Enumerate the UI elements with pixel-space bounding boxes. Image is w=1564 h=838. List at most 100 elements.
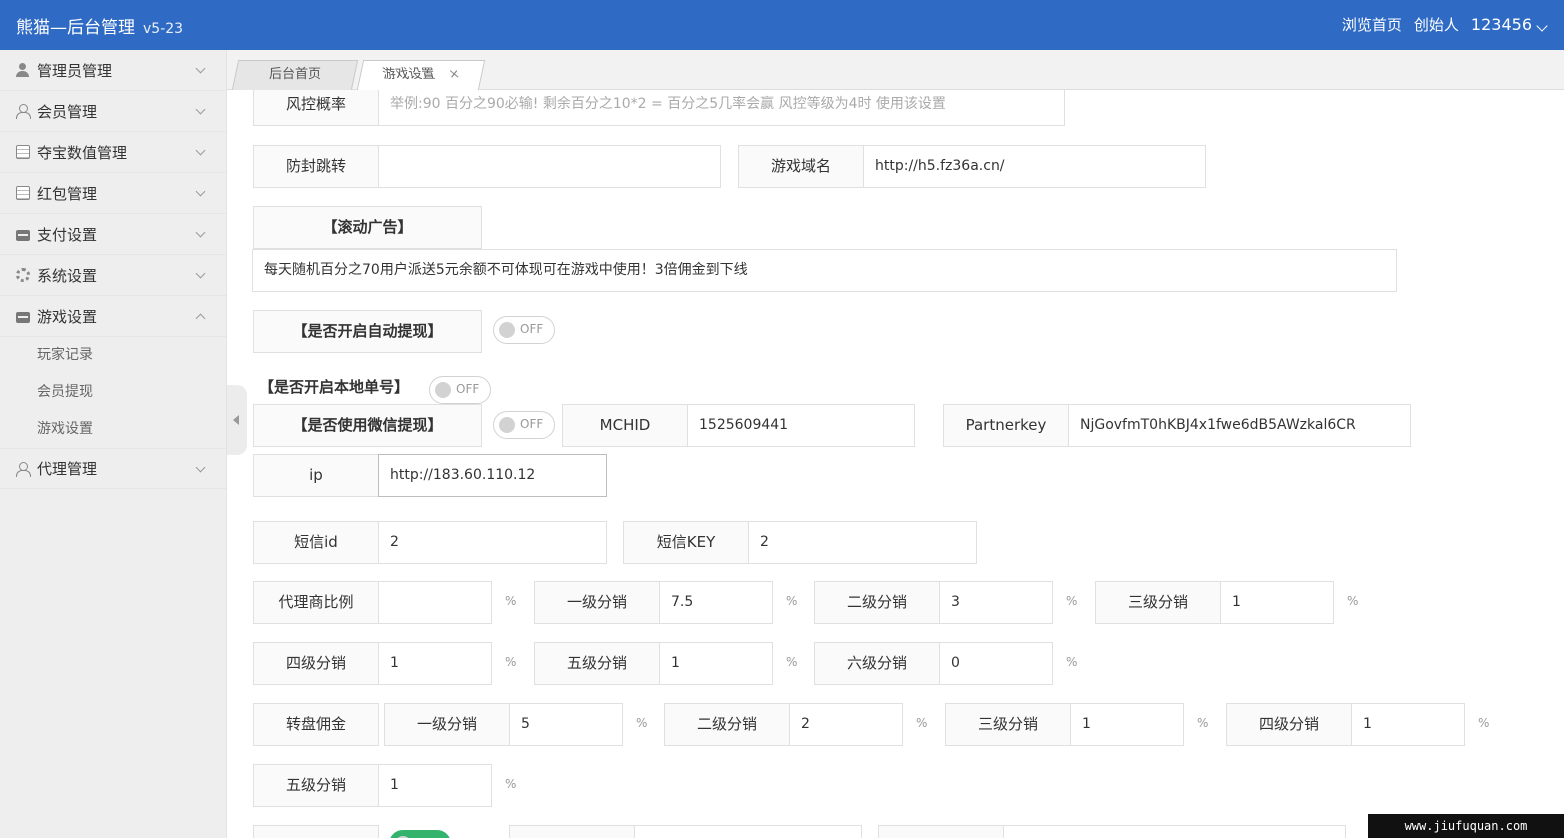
sms-id-input[interactable]: 2 — [378, 521, 607, 564]
user-icon — [16, 63, 30, 77]
next-row-label-3 — [878, 825, 1004, 838]
mchid-label: MCHID — [562, 404, 688, 447]
toggle-state: OFF — [456, 382, 480, 396]
wechat-withdraw-label: 【是否使用微信提现】 — [253, 404, 482, 447]
risk-input[interactable]: 举例:90 百分之90必输! 剩余百分之10*2 = 百分之5几率会赢 风控等级… — [378, 90, 1065, 126]
card-icon — [16, 229, 30, 241]
anti-block-label: 防封跳转 — [253, 145, 379, 188]
auto-withdraw-toggle[interactable]: OFF — [493, 316, 555, 344]
local-number-label: 【是否开启本地单号】 — [259, 378, 410, 396]
user-menu[interactable]: 123456 — [1470, 15, 1548, 34]
sidebar-item-label: 夺宝数值管理 — [37, 143, 128, 162]
level5-input[interactable]: 1 — [659, 642, 773, 685]
wheel-level5-input[interactable]: 1 — [378, 764, 492, 807]
sidebar-item-treasure[interactable]: 夺宝数值管理 — [0, 132, 226, 173]
chevron-down-icon — [195, 186, 206, 197]
founder-link[interactable]: 创始人 — [1414, 14, 1459, 35]
chevron-down-icon — [195, 63, 206, 74]
game-domain-input[interactable]: http://h5.fz36a.cn/ — [863, 145, 1206, 188]
next-row-toggle[interactable] — [389, 830, 451, 838]
sidebar-item-label: 红包管理 — [37, 184, 98, 203]
agent-ratio-label: 代理商比例 — [253, 581, 379, 624]
document-icon — [16, 186, 30, 200]
level6-input[interactable]: 0 — [939, 642, 1053, 685]
percent-sign: % — [1347, 594, 1359, 608]
level4-label: 四级分销 — [253, 642, 379, 685]
game-domain-label: 游戏域名 — [738, 145, 864, 188]
percent-sign: % — [505, 777, 517, 791]
tab-home[interactable]: 后台首页 — [231, 60, 359, 90]
agent-ratio-input[interactable] — [378, 581, 492, 624]
next-row-input-3[interactable] — [1003, 825, 1346, 838]
gear-icon — [16, 268, 30, 282]
chevron-down-icon — [195, 145, 206, 156]
scroll-ad-label: 【滚动广告】 — [253, 206, 482, 249]
percent-sign: % — [1066, 594, 1078, 608]
level1-label: 一级分销 — [534, 581, 660, 624]
tab-bar: 后台首页 游戏设置 × — [227, 50, 1564, 90]
partnerkey-label: Partnerkey — [943, 404, 1069, 447]
sidebar-item-label: 代理管理 — [37, 460, 98, 478]
ip-label: ip — [253, 454, 379, 497]
mchid-input[interactable]: 1525609441 — [687, 404, 915, 447]
level2-label: 二级分销 — [814, 581, 940, 624]
header-links: 浏览首页 创始人 123456 — [1342, 14, 1548, 35]
user-outline-icon — [16, 104, 31, 119]
anti-block-input[interactable] — [378, 145, 721, 188]
sidebar-item-game[interactable]: 游戏设置 — [0, 296, 226, 337]
sidebar-item-payment[interactable]: 支付设置 — [0, 214, 226, 255]
sidebar-item-label: 支付设置 — [37, 225, 98, 244]
sidebar-item-admin[interactable]: 管理员管理 — [0, 50, 226, 91]
sidebar-subitem-member-withdraw[interactable]: 会员提现 — [0, 374, 226, 411]
tab-label: 后台首页 — [268, 67, 321, 82]
level6-label: 六级分销 — [814, 642, 940, 685]
browse-home-link[interactable]: 浏览首页 — [1342, 14, 1402, 35]
percent-sign: % — [786, 594, 798, 608]
sidebar-item-system[interactable]: 系统设置 — [0, 255, 226, 296]
chevron-down-icon — [1536, 20, 1548, 32]
user-outline-icon — [16, 461, 31, 477]
level3-input[interactable]: 1 — [1220, 581, 1334, 624]
wheel-level1-input[interactable]: 5 — [509, 703, 623, 746]
wheel-level1-label: 一级分销 — [384, 703, 510, 746]
tab-game-settings[interactable]: 游戏设置 × — [356, 60, 486, 90]
level4-input[interactable]: 1 — [378, 642, 492, 685]
top-header: 熊猫—后台管理 v5-23 浏览首页 创始人 123456 — [0, 0, 1564, 50]
partnerkey-input[interactable]: NjGovfmT0hKBJ4x1fwe6dB5AWzkal6CR — [1068, 404, 1411, 447]
level2-input[interactable]: 3 — [939, 581, 1053, 624]
sidebar-item-agent[interactable]: 代理管理 — [0, 448, 226, 489]
level1-input[interactable]: 7.5 — [659, 581, 773, 624]
sidebar-item-label: 管理员管理 — [37, 61, 113, 80]
chevron-down-icon — [195, 104, 206, 115]
wechat-withdraw-toggle[interactable]: OFF — [493, 411, 555, 439]
sidebar-subitem-player-records[interactable]: 玩家记录 — [0, 337, 226, 374]
sidebar-item-redpacket[interactable]: 红包管理 — [0, 173, 226, 214]
brand-title[interactable]: 熊猫—后台管理 v5-23 — [16, 13, 183, 38]
sidebar-item-members[interactable]: 会员管理 — [0, 91, 226, 132]
wheel-level4-label: 四级分销 — [1226, 703, 1352, 746]
level3-label: 三级分销 — [1095, 581, 1221, 624]
percent-sign: % — [1066, 655, 1078, 669]
brand-name: 熊猫—后台管理 — [16, 18, 135, 38]
wheel-level3-input[interactable]: 1 — [1070, 703, 1184, 746]
ip-input[interactable]: http://183.60.110.12 — [378, 454, 607, 497]
chevron-down-icon — [195, 462, 206, 473]
percent-sign: % — [1478, 716, 1490, 730]
tab-label: 游戏设置 — [380, 67, 437, 82]
sidebar: 管理员管理 会员管理 夺宝数值管理 红包管理 支付设置 系统设置 游戏设置 玩家… — [0, 50, 227, 838]
scroll-ad-input[interactable]: 每天随机百分之70用户派送5元余额不可体现可在游戏中使用！3倍佣金到下线 — [252, 249, 1397, 292]
sms-id-label: 短信id — [253, 521, 379, 564]
sidebar-collapse-handle[interactable] — [227, 385, 247, 455]
next-row-input-2[interactable] — [634, 825, 862, 838]
sms-key-input[interactable]: 2 — [748, 521, 977, 564]
sidebar-item-label: 系统设置 — [37, 266, 98, 285]
wheel-level4-input[interactable]: 1 — [1351, 703, 1465, 746]
wheel-level2-input[interactable]: 2 — [789, 703, 903, 746]
local-number-toggle[interactable]: OFF — [429, 376, 491, 404]
auto-withdraw-label: 【是否开启自动提现】 — [253, 310, 482, 353]
version-label: v5-23 — [143, 21, 184, 37]
user-id: 123456 — [1470, 15, 1532, 34]
next-row-label — [253, 825, 379, 838]
close-icon[interactable]: × — [446, 61, 463, 89]
sidebar-subitem-game-settings[interactable]: 游戏设置 — [0, 411, 226, 448]
